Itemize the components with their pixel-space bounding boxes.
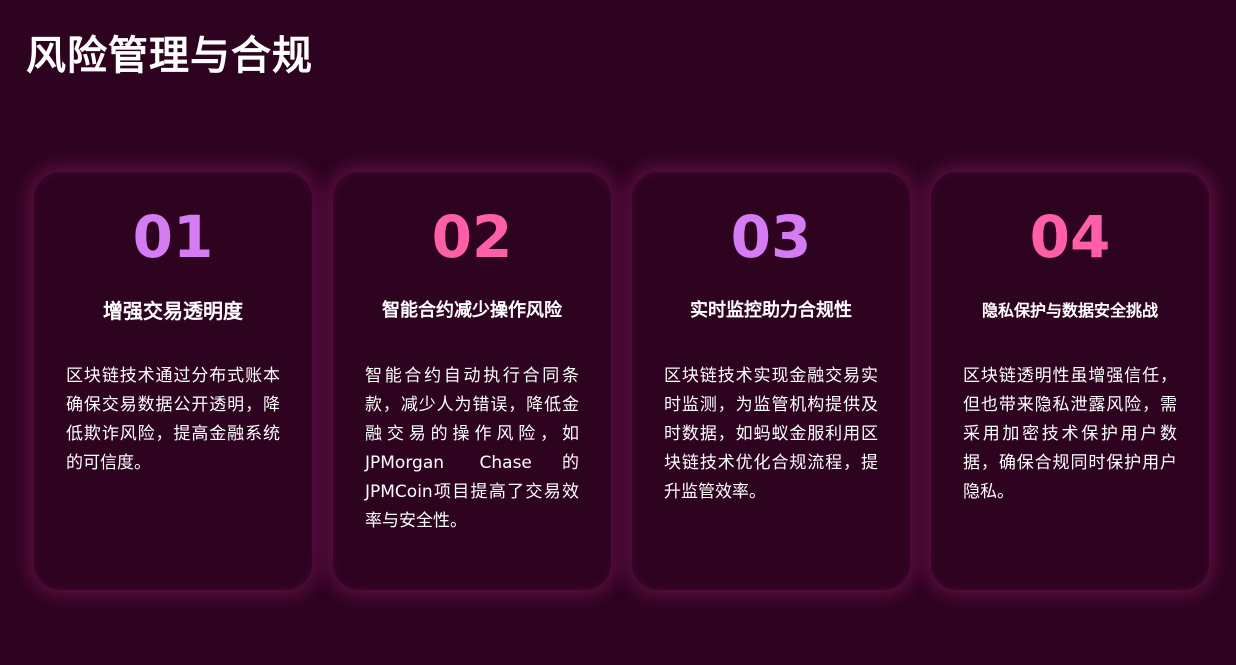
card-body: 区块链技术通过分布式账本确保交易数据公开透明，降低欺诈风险，提高金融系统的可信度…	[66, 366, 280, 473]
card-heading: 隐私保护与数据安全挑战	[981, 301, 1158, 320]
card-number: 01	[132, 203, 214, 271]
page-title: 风险管理与合规	[26, 33, 313, 79]
card-heading: 增强交易透明度	[103, 299, 243, 323]
card-number: 02	[431, 203, 513, 271]
card-number: 03	[730, 203, 812, 271]
card-heading: 实时监控助力合规性	[690, 300, 852, 321]
card-smart-contract: 02 智能合约减少操作风险 智能合约自动执行合同条款，减少人为错误，降低金融交易…	[333, 172, 611, 590]
card-monitoring: 03 实时监控助力合规性 区块链技术实现金融交易实时监测，为监管机构提供及时数据…	[632, 172, 910, 590]
card-number: 04	[1029, 203, 1111, 271]
card-privacy: 04 隐私保护与数据安全挑战 区块链透明性虽增强信任，但也带来隐私泄露风险，需采…	[931, 172, 1209, 590]
card-heading: 智能合约减少操作风险	[382, 300, 562, 321]
card-body: 区块链技术实现金融交易实时监测，为监管机构提供及时数据，如蚂蚁金服利用区块链技术…	[664, 366, 878, 502]
card-body: 智能合约自动执行合同条款，减少人为错误，降低金融交易的操作风险，如JPMorga…	[365, 366, 579, 531]
card-body: 区块链透明性虽增强信任，但也带来隐私泄露风险，需采用加密技术保护用户数据，确保合…	[963, 366, 1177, 502]
card-list: 01 增强交易透明度 区块链技术通过分布式账本确保交易数据公开透明，降低欺诈风险…	[34, 172, 1210, 592]
card-transparency: 01 增强交易透明度 区块链技术通过分布式账本确保交易数据公开透明，降低欺诈风险…	[34, 172, 312, 590]
